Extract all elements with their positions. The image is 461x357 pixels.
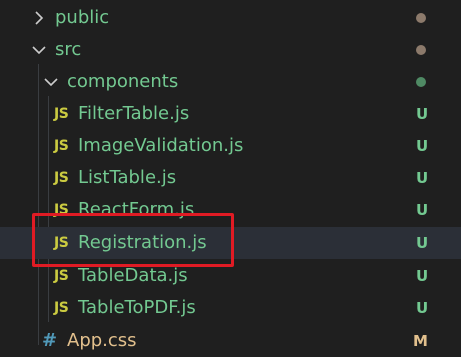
git-status-badge: U bbox=[416, 299, 429, 317]
file-row-tabletopdf[interactable]: JS TableToPDF.js U bbox=[0, 292, 461, 324]
js-file-icon: JS bbox=[54, 106, 69, 122]
folder-row-components[interactable]: components bbox=[0, 66, 461, 98]
git-status-badge: U bbox=[416, 169, 429, 187]
git-status-badge: U bbox=[416, 137, 429, 155]
folder-label-src: src bbox=[55, 39, 82, 60]
js-file-icon: JS bbox=[54, 170, 69, 186]
git-status-badge: M bbox=[413, 332, 428, 350]
status-dot-public bbox=[416, 13, 426, 23]
file-row-imagevalidation[interactable]: JS ImageValidation.js U bbox=[0, 130, 461, 162]
folder-row-src[interactable]: src bbox=[0, 34, 461, 66]
js-file-icon: JS bbox=[54, 138, 69, 154]
folder-label-public: public bbox=[55, 7, 110, 28]
status-dot-components bbox=[416, 77, 426, 87]
chevron-down-icon bbox=[43, 66, 59, 98]
chevron-down-icon bbox=[31, 34, 47, 66]
status-dot-src bbox=[416, 45, 426, 55]
folder-label-components: components bbox=[67, 71, 179, 92]
chevron-right-icon bbox=[31, 2, 47, 34]
folder-row-public[interactable]: public bbox=[0, 2, 461, 34]
file-label: FilterTable.js bbox=[78, 103, 190, 124]
file-label: App.css bbox=[67, 330, 137, 351]
file-row-listtable[interactable]: JS ListTable.js U bbox=[0, 162, 461, 194]
file-label: TableToPDF.js bbox=[78, 297, 196, 318]
annotation-highlight-box bbox=[32, 213, 234, 267]
git-status-badge: U bbox=[416, 234, 429, 252]
css-file-icon: # bbox=[42, 330, 58, 351]
js-file-icon: JS bbox=[54, 300, 69, 316]
git-status-badge: U bbox=[416, 267, 429, 285]
file-row-app-css[interactable]: # App.css M bbox=[0, 325, 461, 357]
file-row-filtertable[interactable]: JS FilterTable.js U bbox=[0, 98, 461, 130]
file-label: ListTable.js bbox=[78, 167, 177, 188]
git-status-badge: U bbox=[416, 201, 429, 219]
file-label: ImageValidation.js bbox=[78, 135, 244, 156]
git-status-badge: U bbox=[416, 105, 429, 123]
